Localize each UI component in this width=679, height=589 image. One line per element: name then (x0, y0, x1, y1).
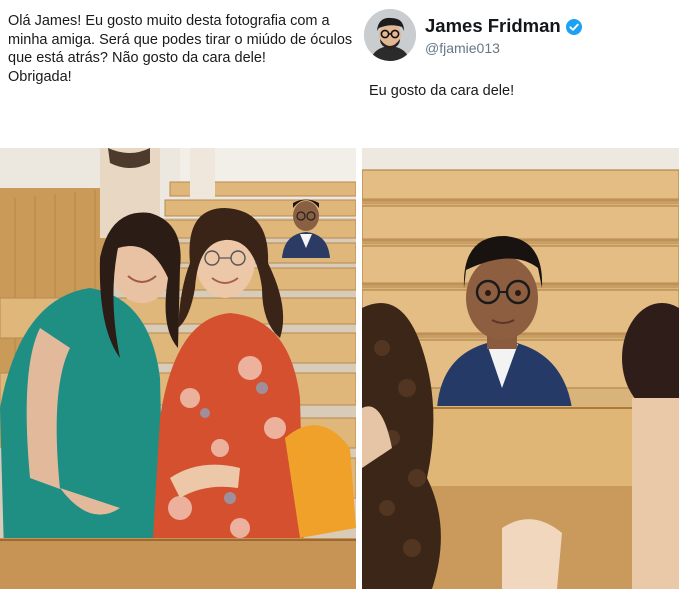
request-line: que está atrás? Não gosto da cara dele! (8, 50, 266, 66)
request-line: Obrigada! (8, 68, 72, 85)
profile-name-text: James Fridman (425, 15, 561, 36)
reply-message: Eu gosto da cara dele! (369, 83, 515, 99)
profile-handle[interactable]: @fjamie013 (425, 40, 500, 56)
avatar-icon[interactable] (364, 9, 416, 61)
profile-header: James Fridman @fjamie013 (364, 9, 674, 69)
original-photo (0, 148, 356, 589)
edited-photo (362, 148, 679, 589)
request-line: Olá James! Eu gosto muito desta fotograf… (8, 13, 330, 29)
profile-name[interactable]: James Fridman (425, 15, 582, 37)
request-line: minha amiga. Será que podes tirar o miúd… (8, 31, 353, 48)
request-message: Olá James! Eu gosto muito desta fotograf… (8, 12, 358, 86)
verified-badge-icon (565, 18, 582, 35)
